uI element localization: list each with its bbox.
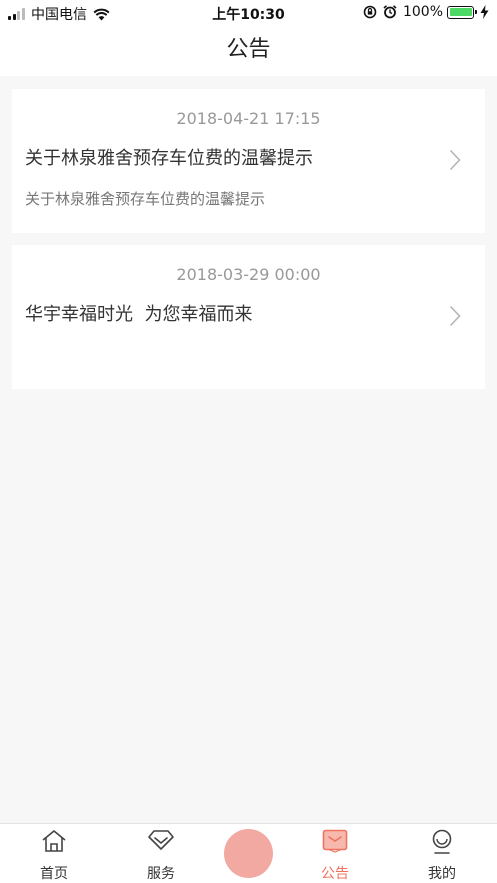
nav-bar: 公告 — [0, 26, 497, 76]
battery-percent: 100% — [402, 4, 443, 20]
notice-card[interactable]: 2018-04-21 17:15 关于林泉雅舍预存车位费的温馨提示 关于林泉雅舍… — [12, 89, 485, 233]
tab-notice-label: 公告 — [321, 866, 349, 882]
tab-service-label: 服务 — [147, 866, 175, 882]
battery-icon — [447, 5, 477, 19]
diamond-icon — [121, 829, 201, 855]
chevron-right-icon — [449, 149, 461, 171]
status-bar: 中国电信 上午10:30 100% — [0, 0, 497, 26]
notice-title: 华宇幸福时光 为您幸福而来 — [25, 304, 253, 325]
user-icon — [402, 829, 482, 855]
notice-summary: 关于林泉雅舍预存车位费的温馨提示 — [25, 190, 266, 208]
rotation-lock-icon — [363, 5, 377, 19]
tab-mine[interactable]: 我的 — [402, 824, 482, 883]
page-title: 公告 — [226, 37, 271, 62]
status-right: 100% — [363, 4, 489, 20]
tab-home-label: 首页 — [40, 866, 68, 882]
tab-mine-label: 我的 — [428, 866, 456, 882]
charging-icon — [480, 5, 489, 19]
notice-date: 2018-03-29 00:00 — [176, 265, 321, 284]
notice-title: 关于林泉雅舍预存车位费的温馨提示 — [25, 148, 313, 169]
message-icon — [295, 829, 375, 855]
home-icon — [14, 829, 94, 855]
tab-notice[interactable]: 公告 — [295, 824, 375, 883]
center-action-button[interactable] — [224, 829, 273, 878]
tab-service[interactable]: 服务 — [121, 824, 201, 883]
tab-bar: 首页 服务 公告 我的 — [0, 823, 497, 883]
notice-date: 2018-04-21 17:15 — [176, 109, 321, 128]
alarm-icon — [383, 5, 397, 19]
notice-card[interactable]: 2018-03-29 00:00 华宇幸福时光 为您幸福而来 — [12, 245, 485, 389]
tab-home[interactable]: 首页 — [14, 824, 94, 883]
chevron-right-icon — [449, 305, 461, 327]
